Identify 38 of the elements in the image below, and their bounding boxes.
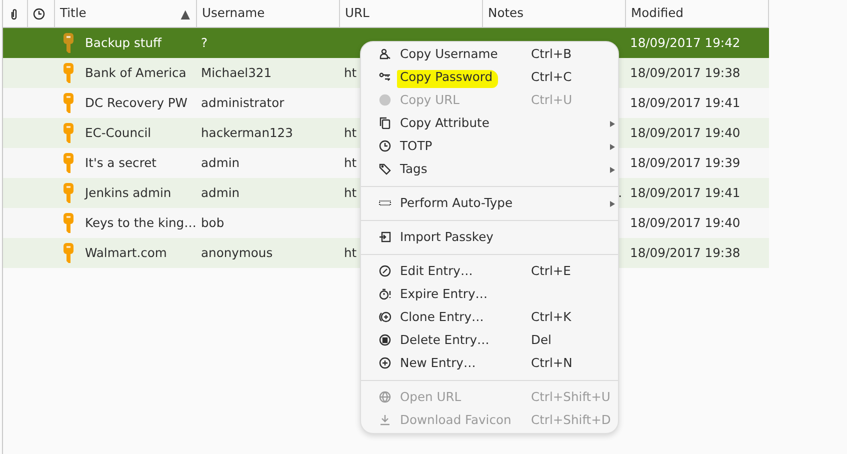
shortcut-text: Ctrl+Shift+D [531,412,611,430]
table-cell-text: Bank of America [85,64,186,82]
table-cell-text: anonymous [201,244,273,262]
table-cell-text: Jenkins admin [85,184,172,202]
table-cell-text: ht [344,124,357,142]
table-cell-text: 18/09/2017 19:40 [630,214,740,232]
table-cell-text: Walmart.com [85,244,167,262]
shortcut-text: Ctrl+K [531,309,572,326]
table-cell-text: ? [201,34,208,52]
table-cell-text: Michael321 [201,64,272,82]
table-cell-text: Keys to the king… [85,214,196,232]
table-cell-text: admin [201,184,240,202]
shortcut-text: Ctrl+E [531,263,571,280]
shortcut-text: Ctrl+B [531,46,572,64]
table-cell-text: 18/09/2017 19:42 [630,34,740,52]
table-cell-text: ht [344,154,357,172]
table-cell-text: bob [201,214,224,232]
shortcut-text: Ctrl+C [531,69,572,86]
table-cell-text: DC Recovery PW [85,94,188,112]
table-cell-text: 18/09/2017 19:38 [630,244,740,262]
table-cell-text: ht [344,244,357,262]
table-cell-text: It's a secret [85,154,156,172]
table-cell-text: admin [201,154,240,172]
table-cell-text: 18/09/2017 19:38 [630,64,740,82]
table-cell-text: hackerman123 [201,124,293,142]
table-cell-text: 18/09/2017 19:41 [630,94,740,112]
shortcut-text: Ctrl+Shift+U [531,389,610,406]
table-cell-text: 18/09/2017 19:41 [630,184,740,202]
shortcut-text: Del [531,332,552,350]
shortcut-text: Ctrl+U [531,92,572,110]
table-cell-text: 18/09/2017 19:39 [630,154,740,172]
table-cell-text: Backup stuff [85,34,162,52]
table-cell-text: 18/09/2017 19:40 [630,124,740,142]
table-cell-text: administrator [201,94,284,112]
table-cell-text: EC-Council [85,124,152,142]
table-cell-text: ht [344,64,357,82]
table-cell-text: ht [344,184,357,202]
shortcut-text: Ctrl+N [531,355,572,372]
